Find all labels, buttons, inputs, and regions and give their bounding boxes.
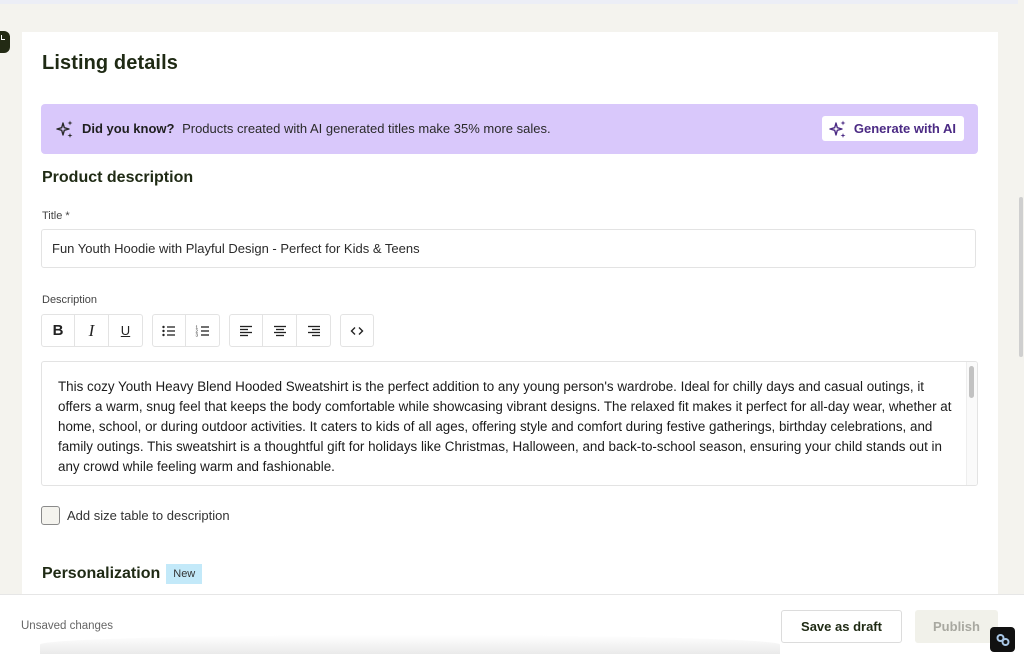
size-table-label: Add size table to description [67, 508, 230, 523]
sparkles-icon [56, 120, 73, 138]
publish-button[interactable]: Publish [915, 610, 998, 643]
sparkles-icon [829, 120, 846, 138]
link-icon [996, 633, 1009, 646]
code-group [340, 314, 374, 348]
description-scrollbar-thumb[interactable] [969, 366, 974, 398]
page-scrollbar-thumb[interactable] [1019, 197, 1023, 357]
page-title: Listing details [42, 52, 178, 74]
underline-icon: U [120, 323, 131, 338]
bullet-list-icon [162, 325, 175, 336]
personalization-heading: Personalization [42, 565, 161, 582]
bullet-list-button[interactable] [152, 314, 186, 347]
page-scrollbar[interactable] [1018, 0, 1024, 594]
align-center-icon [273, 325, 286, 336]
top-border [0, 0, 1024, 4]
align-right-icon [307, 325, 320, 336]
generate-with-ai-button[interactable]: Generate with AI [821, 116, 964, 141]
personalization-header: Personalization New [42, 564, 203, 584]
ai-tip-banner: Did you know? Products created with AI g… [41, 104, 978, 154]
alignment-group [229, 314, 331, 348]
numbered-list-button[interactable]: 1 2 3 [186, 314, 220, 347]
title-label: Title * [42, 210, 70, 222]
listing-details-card: Listing details Did you know? Products c… [22, 32, 998, 632]
italic-icon: I [88, 320, 95, 340]
numbered-list-icon: 1 2 3 [195, 324, 209, 337]
code-view-button[interactable] [340, 314, 374, 347]
description-text[interactable]: This cozy Youth Heavy Blend Hooded Sweat… [58, 377, 958, 477]
ai-tip-text: Did you know? Products created with AI g… [82, 121, 551, 136]
description-scrollbar[interactable] [966, 362, 977, 485]
title-input[interactable] [41, 229, 976, 268]
code-icon [350, 326, 364, 335]
generate-with-ai-label: Generate with AI [853, 121, 956, 136]
description-label: Description [42, 294, 98, 306]
description-toolbar: B I U 1 2 3 [41, 314, 383, 348]
align-left-icon [240, 325, 252, 336]
size-table-checkbox[interactable] [41, 506, 60, 525]
ai-tip-message: Products created with AI generated title… [182, 121, 551, 136]
underline-button[interactable]: U [109, 314, 143, 347]
unsaved-status: Unsaved changes [21, 620, 114, 632]
ai-tip-heading: Did you know? [82, 121, 175, 136]
footer-shadow [40, 635, 780, 654]
align-right-button[interactable] [297, 314, 331, 347]
svg-text:3: 3 [195, 332, 198, 337]
align-center-button[interactable] [263, 314, 297, 347]
italic-button[interactable]: I [75, 314, 109, 347]
list-group: 1 2 3 [152, 314, 220, 348]
text-style-group: B I U [41, 314, 143, 348]
collapse-icon [1, 35, 5, 40]
description-editor[interactable]: This cozy Youth Heavy Blend Hooded Sweat… [41, 361, 978, 486]
bold-button[interactable]: B [41, 314, 75, 347]
save-as-draft-button[interactable]: Save as draft [781, 610, 902, 643]
bold-icon: B [52, 322, 64, 339]
sidebar-toggle[interactable] [0, 31, 10, 53]
align-left-button[interactable] [229, 314, 263, 347]
footer-bar: Unsaved changes Save as draft Publish [0, 594, 1024, 654]
link-widget-button[interactable] [990, 627, 1015, 652]
product-description-heading: Product description [42, 169, 194, 186]
new-badge: New [166, 564, 203, 584]
size-table-option[interactable]: Add size table to description [41, 506, 230, 525]
